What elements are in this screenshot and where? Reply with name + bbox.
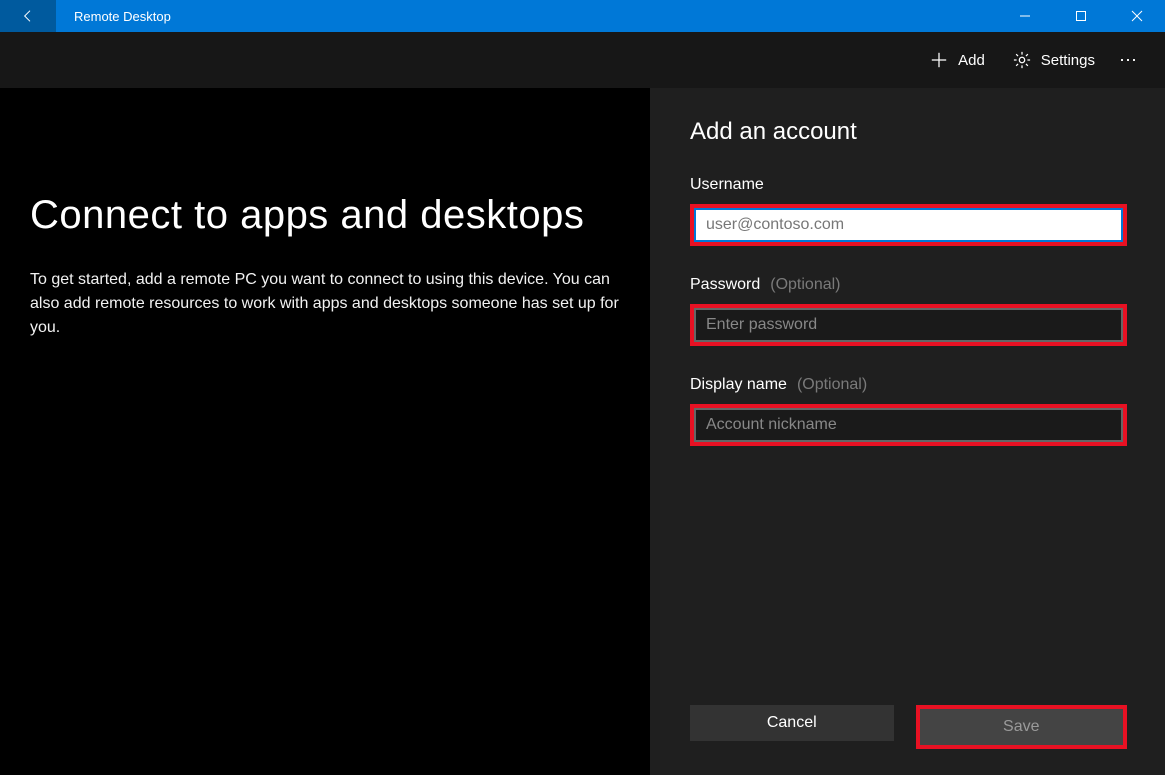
- page-title: Connect to apps and desktops: [30, 193, 620, 238]
- displayname-highlight: [690, 404, 1127, 446]
- save-highlight: Save: [916, 705, 1128, 749]
- save-button[interactable]: Save: [920, 709, 1124, 745]
- displayname-label: Display name: [690, 376, 787, 394]
- app-title: Remote Desktop: [56, 0, 997, 32]
- username-label: Username: [690, 176, 764, 194]
- window-controls: [997, 0, 1165, 32]
- panel-buttons: Cancel Save: [690, 705, 1127, 749]
- titlebar: Remote Desktop: [0, 0, 1165, 32]
- username-highlight: [690, 204, 1127, 246]
- username-input[interactable]: [694, 208, 1123, 242]
- displayname-field-group: Display name (Optional): [690, 376, 1127, 446]
- page-description: To get started, add a remote PC you want…: [30, 268, 620, 340]
- close-button[interactable]: [1109, 0, 1165, 32]
- password-label: Password: [690, 276, 760, 294]
- close-icon: [1131, 10, 1143, 22]
- add-account-panel: Add an account Username Password (Option…: [650, 88, 1165, 775]
- password-field-group: Password (Optional): [690, 276, 1127, 346]
- displayname-optional-label: (Optional): [797, 376, 867, 394]
- minimize-button[interactable]: [997, 0, 1053, 32]
- displayname-input[interactable]: [694, 408, 1123, 442]
- password-highlight: [690, 304, 1127, 346]
- password-optional-label: (Optional): [770, 276, 840, 294]
- gear-icon: [1013, 51, 1031, 69]
- plus-icon: [930, 51, 948, 69]
- username-field-group: Username: [690, 176, 1127, 246]
- password-input[interactable]: [694, 308, 1123, 342]
- more-icon: ⋯: [1119, 50, 1139, 70]
- back-button[interactable]: [0, 0, 56, 32]
- add-button-label: Add: [958, 52, 985, 69]
- command-bar: Add Settings ⋯: [0, 32, 1165, 88]
- add-button[interactable]: Add: [916, 43, 999, 77]
- settings-button[interactable]: Settings: [999, 43, 1109, 77]
- maximize-button[interactable]: [1053, 0, 1109, 32]
- settings-button-label: Settings: [1041, 52, 1095, 69]
- panel-heading: Add an account: [690, 118, 1127, 146]
- back-arrow-icon: [20, 8, 36, 24]
- cancel-button[interactable]: Cancel: [690, 705, 894, 741]
- more-button[interactable]: ⋯: [1109, 42, 1155, 79]
- main-content: Connect to apps and desktops To get star…: [0, 88, 650, 775]
- minimize-icon: [1019, 10, 1031, 22]
- maximize-icon: [1075, 10, 1087, 22]
